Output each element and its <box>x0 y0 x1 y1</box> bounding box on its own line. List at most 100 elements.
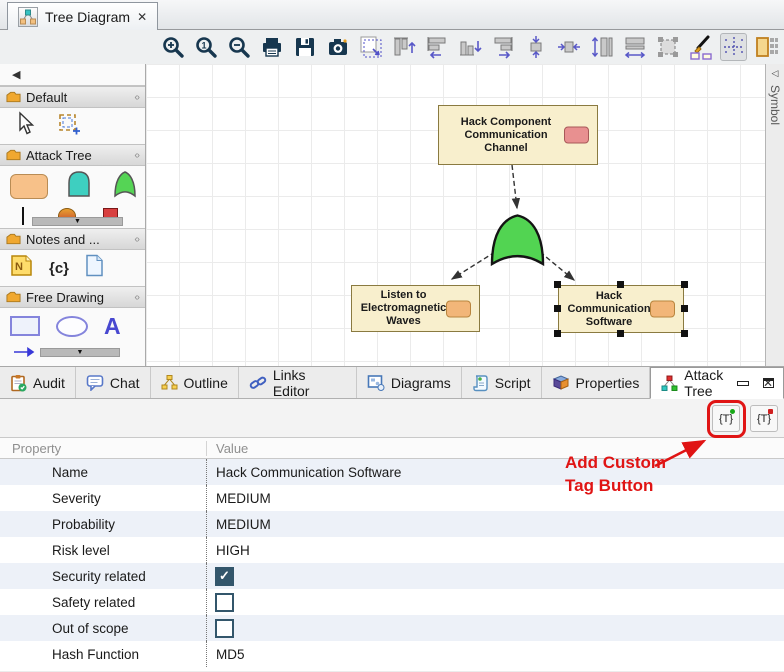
palette-section-free-drawing[interactable]: Free Drawing ‹› <box>0 286 145 308</box>
main-area: ◀ Default ‹› Attack Tree ‹› <box>0 64 784 366</box>
save-icon[interactable] <box>291 33 318 61</box>
print-icon[interactable] <box>258 33 285 61</box>
or-gate-tool-icon[interactable] <box>110 169 140 204</box>
ellipse-tool-icon[interactable] <box>56 316 88 337</box>
or-gate-shape[interactable] <box>492 216 543 265</box>
selection-handle[interactable] <box>617 330 624 337</box>
and-gate-tool-icon[interactable] <box>64 169 94 204</box>
svg-text:N: N <box>15 261 23 273</box>
resize-area-icon[interactable] <box>654 33 681 61</box>
node-root-badge[interactable] <box>564 127 589 144</box>
symbol-collapse-icon[interactable]: ◁ <box>772 68 779 79</box>
format-painter-icon[interactable] <box>687 33 714 61</box>
constraint-tool-icon[interactable]: {c} <box>49 260 69 277</box>
node-hack-software-badge[interactable] <box>650 301 675 318</box>
selection-handle[interactable] <box>554 330 561 337</box>
marquee-zoom-icon[interactable] <box>357 33 384 61</box>
palette-collapse-bar[interactable]: ◀ <box>0 64 145 86</box>
maximize-panel-button[interactable] <box>763 378 774 388</box>
match-height-icon[interactable] <box>588 33 615 61</box>
symbol-fill-icon[interactable] <box>753 33 780 61</box>
checkbox[interactable]: ✓ <box>215 567 234 586</box>
tab-audit[interactable]: Audit <box>0 367 76 398</box>
pin-icon[interactable]: ‹› <box>134 292 139 303</box>
folder-icon <box>6 149 21 161</box>
script-icon <box>472 374 489 392</box>
connector-gate-left[interactable] <box>452 252 495 279</box>
screenshot-icon[interactable] <box>324 33 351 61</box>
diagram-toolbar: 1 <box>0 30 784 64</box>
node-tool-icon[interactable] <box>10 174 48 199</box>
tab-diagrams[interactable]: Diagrams <box>357 367 462 398</box>
align-right-icon[interactable] <box>489 33 516 61</box>
tab-chat[interactable]: Chat <box>76 367 151 398</box>
pin-icon[interactable]: ‹› <box>134 92 139 103</box>
diagram-canvas[interactable]: Hack Component Communication Channel Lis… <box>146 64 765 366</box>
marquee-tool-icon[interactable] <box>56 111 82 142</box>
selection-handle[interactable] <box>681 305 688 312</box>
palette-section-default[interactable]: Default ‹› <box>0 86 145 108</box>
table-row[interactable]: Security related ✓ <box>0 563 784 589</box>
palette-collapse-icon[interactable]: ◀ <box>12 68 20 81</box>
editor-tab-title: Tree Diagram <box>45 9 130 25</box>
node-listen[interactable]: Listen to Electromagnetic Waves <box>351 285 480 332</box>
node-listen-badge[interactable] <box>446 300 471 317</box>
link-tool-icon[interactable] <box>22 207 24 225</box>
editor-tab-tree-diagram[interactable]: Tree Diagram ✕ <box>7 2 158 30</box>
selection-handle[interactable] <box>617 281 624 288</box>
align-left-icon[interactable] <box>423 33 450 61</box>
palette-section-attack-tree[interactable]: Attack Tree ‹› <box>0 144 145 166</box>
selection-handle[interactable] <box>681 330 688 337</box>
properties-table-header: Property Value <box>0 437 784 459</box>
table-row[interactable]: Risk level HIGH <box>0 537 784 563</box>
connection-tool-icon[interactable] <box>12 347 38 357</box>
palette-horizontal-scrollbar[interactable]: ▼ <box>40 348 120 357</box>
palette-horizontal-scrollbar[interactable]: ▼ <box>32 217 123 226</box>
table-row[interactable]: Hash Function MD5 <box>0 641 784 667</box>
tree-diagram-icon <box>18 7 38 27</box>
table-row[interactable]: Name Hack Communication Software <box>0 459 784 485</box>
minimize-panel-button[interactable] <box>737 381 749 386</box>
table-row[interactable]: Severity MEDIUM <box>0 485 784 511</box>
add-custom-tag-button[interactable]: {T} <box>712 405 740 432</box>
checkbox[interactable] <box>215 619 234 638</box>
selection-handle[interactable] <box>554 281 561 288</box>
symbol-panel-strip[interactable]: ◁ Symbol <box>765 64 784 366</box>
audit-icon <box>10 374 27 392</box>
zoom-original-icon[interactable]: 1 <box>192 33 219 61</box>
selection-handle[interactable] <box>681 281 688 288</box>
tab-script[interactable]: Script <box>462 367 542 398</box>
palette-section-notes[interactable]: Notes and ... ‹› <box>0 228 145 250</box>
node-root[interactable]: Hack Component Communication Channel <box>438 105 598 165</box>
document-tool-icon[interactable] <box>85 254 104 282</box>
align-bottom-icon[interactable] <box>456 33 483 61</box>
editor-tab-close-icon[interactable]: ✕ <box>137 10 147 24</box>
align-top-icon[interactable] <box>390 33 417 61</box>
remove-tag-button[interactable]: {T} <box>750 405 778 432</box>
pin-icon[interactable]: ‹› <box>134 234 139 245</box>
tab-properties[interactable]: Properties <box>542 367 651 398</box>
match-width-icon[interactable] <box>621 33 648 61</box>
tab-links-editor[interactable]: Links Editor <box>239 367 357 398</box>
grid-toggle-icon[interactable] <box>720 33 747 61</box>
table-row[interactable]: Out of scope <box>0 615 784 641</box>
connector-gate-right[interactable] <box>540 252 574 280</box>
editor-tab-bar: Tree Diagram ✕ <box>0 0 784 30</box>
select-tool-icon[interactable] <box>12 111 36 142</box>
zoom-in-icon[interactable] <box>159 33 186 61</box>
center-horizontal-icon[interactable] <box>555 33 582 61</box>
note-tool-icon[interactable]: N <box>10 254 33 282</box>
selection-handle[interactable] <box>554 305 561 312</box>
rectangle-tool-icon[interactable] <box>10 316 40 336</box>
zoom-out-icon[interactable] <box>225 33 252 61</box>
checkbox[interactable] <box>215 593 234 612</box>
tab-outline[interactable]: Outline <box>151 367 239 398</box>
node-hack-software[interactable]: Hack Communication Software <box>558 285 684 333</box>
text-tool-icon[interactable]: A <box>104 316 121 336</box>
table-row[interactable]: Probability MEDIUM <box>0 511 784 537</box>
symbol-panel-label: Symbol <box>768 85 782 125</box>
center-vertical-icon[interactable] <box>522 33 549 61</box>
table-row[interactable]: Safety related <box>0 589 784 615</box>
connector-root-gate[interactable] <box>512 165 517 208</box>
pin-icon[interactable]: ‹› <box>134 150 139 161</box>
